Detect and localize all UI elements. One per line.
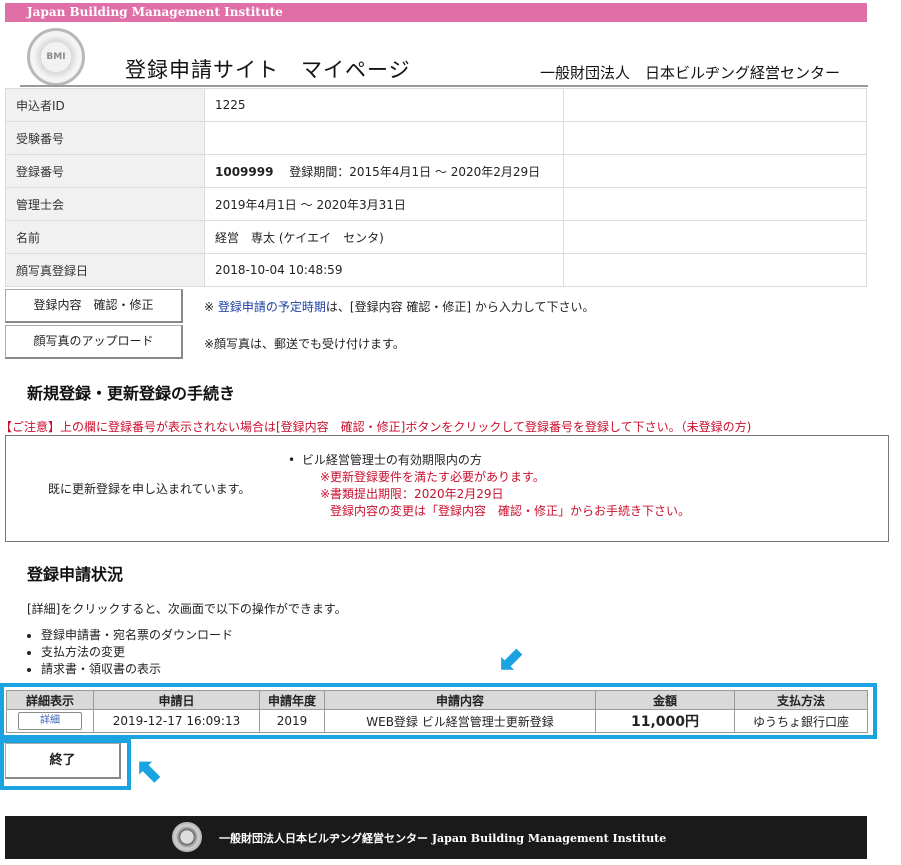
detail-button[interactable]: 詳細: [18, 712, 82, 730]
confirm-edit-button[interactable]: 登録内容 確認・修正: [5, 289, 183, 323]
empty-cell: [563, 220, 867, 254]
application-description: [詳細]をクリックすると、次画面で以下の操作ができます。: [27, 602, 347, 616]
logo-seal-icon: BMI: [27, 28, 85, 86]
requirement-note: ※更新登録要件を満たす必要があります。: [320, 470, 545, 484]
logo-text: BMI: [46, 52, 66, 62]
registration-number-label: 登録番号: [5, 154, 205, 188]
detail-cell: 詳細: [6, 709, 94, 733]
deadline-note: ※書類提出期限：2020年2月29日: [320, 487, 504, 501]
list-item: 支払方法の変更: [41, 644, 233, 661]
note-prefix: ※: [204, 300, 218, 314]
column-header-payment: 支払方法: [734, 690, 868, 710]
photo-upload-button[interactable]: 顔写真のアップロード: [5, 325, 183, 359]
footer-text: 一般財団法人日本ビルヂング経営センター Japan Building Manag…: [219, 832, 667, 845]
payment-method: ゆうちょ銀行口座: [734, 709, 868, 733]
application-date: 2019-12-17 16:09:13: [93, 709, 260, 733]
table-row: 顔写真登録日 2018-10-04 10:48:59: [5, 253, 867, 287]
site-title: 登録申請サイト マイページ: [125, 58, 411, 82]
association-period: 2019年4月1日 ～ 2020年3月31日: [204, 187, 564, 221]
photo-upload-note: ※顔写真は、郵送でも受け付けます。: [204, 337, 405, 351]
exam-number-value: [204, 121, 564, 155]
table-row: 申込者ID 1225: [5, 88, 867, 122]
footer-logo-icon: [172, 822, 202, 852]
table-row: 管理士会 2019年4月1日 ～ 2020年3月31日: [5, 187, 867, 221]
title-divider: [20, 85, 868, 87]
application-history-table: 詳細表示 申請日 申請年度 申請内容 金額 支払方法 詳細 2019-12-17…: [6, 690, 868, 733]
procedure-details: • ビル経営管理士の有効期限内の方 ※更新登録要件を満たす必要があります。 ※書…: [288, 452, 690, 520]
application-content: WEB登録 ビル経営管理士更新登録: [324, 709, 596, 733]
change-note: 登録内容の変更は「登録内容 確認・修正」からお手続き下さい。: [330, 504, 691, 518]
schedule-link[interactable]: 登録申請の予定時期: [218, 300, 326, 314]
exam-number-label: 受験番号: [5, 121, 205, 155]
header-banner: Japan Building Management Institute: [5, 3, 867, 22]
caution-text: 【ご注意】上の欄に登録番号が表示されない場合は[登録内容 確認・修正]ボタンをク…: [0, 420, 752, 434]
registration-number-value: 1009999 登録期間：2015年4月1日 ～ 2020年2月29日: [204, 154, 564, 188]
photo-date-value: 2018-10-04 10:48:59: [204, 253, 564, 287]
name-label: 名前: [5, 220, 205, 254]
column-header-content: 申請内容: [324, 690, 596, 710]
confirm-edit-note: ※ 登録申請の予定時期は、[登録内容 確認・修正] から入力して下さい。: [204, 298, 595, 315]
column-header-date: 申請日: [93, 690, 260, 710]
association-label: 管理士会: [5, 187, 205, 221]
registration-period: 登録期間：2015年4月1日 ～ 2020年2月29日: [289, 164, 541, 179]
operations-list: 登録申請書・宛名票のダウンロード 支払方法の変更 請求書・領収書の表示: [25, 627, 233, 678]
list-item: 請求書・領収書の表示: [41, 661, 233, 678]
procedure-notice-box: 既に更新登録を申し込まれています。 • ビル経営管理士の有効期限内の方 ※更新登…: [5, 435, 889, 542]
empty-cell: [563, 187, 867, 221]
registration-number: 1009999: [215, 164, 274, 179]
photo-date-label: 顔写真登録日: [5, 253, 205, 287]
list-item: 登録申請書・宛名票のダウンロード: [41, 627, 233, 644]
procedure-title: 新規登録・更新登録の手続き: [27, 384, 236, 403]
end-button[interactable]: 終了: [5, 743, 121, 779]
application-status: 既に更新登録を申し込まれています。: [48, 482, 251, 496]
note-suffix: は、[登録内容 確認・修正] から入力して下さい。: [325, 300, 595, 314]
organization-name: 一般財団法人 日本ビルヂング経営センター: [540, 64, 841, 82]
column-header-amount: 金額: [595, 690, 735, 710]
applicant-id-value: 1225: [204, 88, 564, 122]
table-row: 受験番号: [5, 121, 867, 155]
column-header-detail: 詳細表示: [6, 690, 94, 710]
applicant-info-table: 申込者ID 1225 受験番号 登録番号 1009999 登録期間：2015年4…: [5, 88, 867, 287]
table-row: 詳細 2019-12-17 16:09:13 2019 WEB登録 ビル経営管理…: [6, 709, 868, 733]
bullet-icon: •: [288, 453, 296, 467]
arrow-icon: ⬋: [498, 638, 527, 678]
table-row: 名前 経営 専太 (ケイエイ センタ): [5, 220, 867, 254]
table-row: 登録番号 1009999 登録期間：2015年4月1日 ～ 2020年2月29日: [5, 154, 867, 188]
name-value: 経営 専太 (ケイエイ センタ): [204, 220, 564, 254]
empty-cell: [563, 154, 867, 188]
list-item: • ビル経営管理士の有効期限内の方: [288, 452, 690, 469]
empty-cell: [563, 253, 867, 287]
applicant-id-label: 申込者ID: [5, 88, 205, 122]
table-header-row: 詳細表示 申請日 申請年度 申請内容 金額 支払方法: [6, 690, 868, 710]
column-header-year: 申請年度: [259, 690, 325, 710]
empty-cell: [563, 121, 867, 155]
application-year: 2019: [259, 709, 325, 733]
empty-cell: [563, 88, 867, 122]
eligibility-text: ビル経営管理士の有効期限内の方: [301, 453, 482, 467]
application-amount: 11,000円: [595, 709, 735, 733]
arrow-icon: ⬉: [136, 751, 165, 791]
application-status-title: 登録申請状況: [27, 565, 124, 584]
footer: 一般財団法人日本ビルヂング経営センター Japan Building Manag…: [5, 816, 867, 859]
